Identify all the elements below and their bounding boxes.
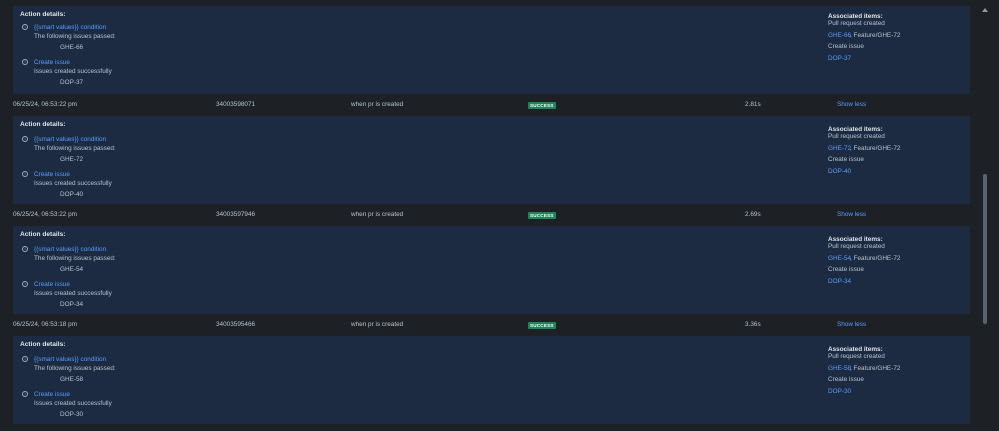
smart-values-condition-link[interactable]: {{smart values}} condition <box>34 24 106 31</box>
create-issue-label: Create issue <box>828 266 864 273</box>
status-badge: SUCCESS <box>528 212 556 219</box>
info-icon: i <box>22 136 28 142</box>
associated-items-title: Associated items: <box>828 236 883 243</box>
create-issue-link[interactable]: Create issue <box>34 171 70 178</box>
created-issue-link[interactable]: DOP-40 <box>828 168 851 175</box>
action-details-title: Action details: <box>20 121 66 128</box>
table-row[interactable]: 06/25/24, 06:53:22 pm 34003598071 when p… <box>13 94 970 116</box>
info-icon: i <box>22 171 28 177</box>
info-icon: i <box>22 246 28 252</box>
action-details-title: Action details: <box>20 231 66 238</box>
pr-branch-label: , Feature/GHE-72 <box>850 365 901 372</box>
show-less-link[interactable]: Show less <box>837 101 866 108</box>
issues-passed-label: The following issues passed: <box>34 255 116 262</box>
info-icon: i <box>22 391 28 397</box>
create-issue-label: Create issue <box>828 156 864 163</box>
action-details-title: Action details: <box>20 341 66 348</box>
status-badge: SUCCESS <box>528 102 556 109</box>
execution-date: 06/25/24, 06:53:18 pm <box>13 321 77 328</box>
issues-passed-label: The following issues passed: <box>34 365 116 372</box>
action-details-panel: Action details: i {{smart values}} condi… <box>13 116 970 204</box>
pr-branch-label: , Feature/GHE-72 <box>850 255 901 262</box>
info-icon: i <box>22 24 28 30</box>
smart-values-condition-link[interactable]: {{smart values}} condition <box>34 246 106 253</box>
pull-request-created-label: Pull request created <box>828 243 885 250</box>
show-less-link[interactable]: Show less <box>837 321 866 328</box>
action-details-panel: Action details: i {{smart values}} condi… <box>13 336 970 424</box>
duration: 2.81s <box>745 101 761 108</box>
trigger-label: when pr is created <box>351 321 404 328</box>
pr-branch-label: , Feature/GHE-72 <box>850 32 901 39</box>
scrollbar-thumb[interactable] <box>983 174 987 324</box>
associated-items-title: Associated items: <box>828 346 883 353</box>
info-icon: i <box>22 356 28 362</box>
pr-issue-link[interactable]: GHE-66 <box>828 32 851 39</box>
table-row[interactable]: 06/25/24, 06:53:22 pm 34003597946 when p… <box>13 204 970 226</box>
duration: 2.69s <box>745 211 761 218</box>
audit-log-list: Action details: i {{smart values}} condi… <box>13 6 970 424</box>
issues-created-label: Issues created successfully <box>34 180 112 187</box>
passed-issue-key: GHE-58 <box>60 376 84 383</box>
passed-issue-key: GHE-66 <box>60 44 84 51</box>
issues-created-label: Issues created successfully <box>34 68 112 75</box>
pr-issue-link[interactable]: GHE-54 <box>828 255 851 262</box>
execution-id: 34003597946 <box>216 211 256 218</box>
duration: 3.36s <box>745 321 761 328</box>
pull-request-created-label: Pull request created <box>828 133 885 140</box>
issues-passed-label: The following issues passed: <box>34 33 116 40</box>
create-issue-label: Create issue <box>828 376 864 383</box>
vertical-scrollbar[interactable] <box>980 6 990 431</box>
smart-values-condition-link[interactable]: {{smart values}} condition <box>34 356 106 363</box>
passed-issue-key: GHE-72 <box>60 156 84 163</box>
execution-id: 34003598071 <box>216 101 256 108</box>
create-issue-label: Create issue <box>828 43 864 50</box>
created-issue-key: DOP-34 <box>60 301 84 308</box>
created-issue-link[interactable]: DOP-34 <box>828 278 851 285</box>
pull-request-created-label: Pull request created <box>828 20 885 27</box>
pr-issue-link[interactable]: GHE-72 <box>828 145 851 152</box>
created-issue-link[interactable]: DOP-30 <box>828 388 851 395</box>
scroll-up-arrow-icon[interactable] <box>982 8 988 12</box>
create-issue-link[interactable]: Create issue <box>34 59 70 66</box>
associated-items-title: Associated items: <box>828 126 883 133</box>
issues-created-label: Issues created successfully <box>34 290 112 297</box>
action-details-title: Action details: <box>20 11 66 18</box>
passed-issue-key: GHE-54 <box>60 266 84 273</box>
table-row[interactable]: 06/25/24, 06:53:18 pm 34003595466 when p… <box>13 314 970 336</box>
execution-date: 06/25/24, 06:53:22 pm <box>13 101 77 108</box>
issues-created-label: Issues created successfully <box>34 400 112 407</box>
create-issue-link[interactable]: Create issue <box>34 281 70 288</box>
info-icon: i <box>22 59 28 65</box>
info-icon: i <box>22 281 28 287</box>
associated-items-title: Associated items: <box>828 13 883 20</box>
action-details-panel: Action details: i {{smart values}} condi… <box>13 226 970 314</box>
execution-date: 06/25/24, 06:53:22 pm <box>13 211 77 218</box>
trigger-label: when pr is created <box>351 211 404 218</box>
pr-issue-link[interactable]: GHE-58 <box>828 365 851 372</box>
trigger-label: when pr is created <box>351 101 404 108</box>
create-issue-link[interactable]: Create issue <box>34 391 70 398</box>
created-issue-key: DOP-37 <box>60 79 84 86</box>
status-badge: SUCCESS <box>528 322 556 329</box>
action-details-panel: Action details: i {{smart values}} condi… <box>13 6 970 94</box>
created-issue-key: DOP-40 <box>60 191 84 198</box>
issues-passed-label: The following issues passed: <box>34 145 116 152</box>
pr-branch-label: , Feature/GHE-72 <box>850 145 901 152</box>
created-issue-key: DOP-30 <box>60 411 84 418</box>
created-issue-link[interactable]: DOP-37 <box>828 55 851 62</box>
show-less-link[interactable]: Show less <box>837 211 866 218</box>
smart-values-condition-link[interactable]: {{smart values}} condition <box>34 136 106 143</box>
pull-request-created-label: Pull request created <box>828 353 885 360</box>
execution-id: 34003595466 <box>216 321 256 328</box>
